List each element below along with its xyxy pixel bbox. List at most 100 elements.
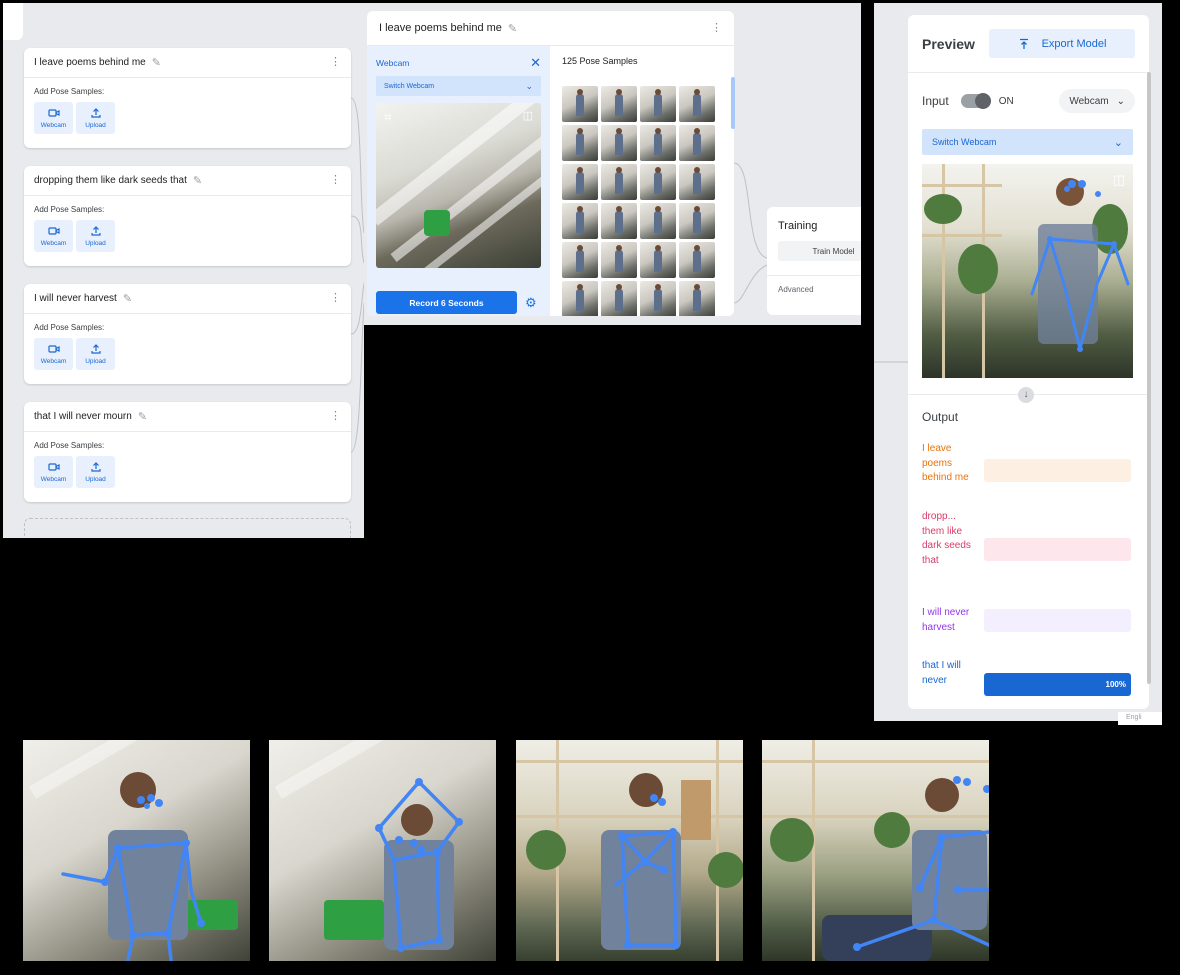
webcam-button[interactable]: Webcam [34, 102, 73, 134]
add-samples-label: Add Pose Samples: [34, 205, 105, 214]
webcam-button-label: Webcam [40, 358, 67, 365]
webcam-button[interactable]: Webcam [34, 338, 73, 370]
training-card: Training Train Model Advanced [767, 207, 861, 315]
confidence-bar [984, 609, 1131, 632]
sample-thumbnail[interactable] [679, 242, 715, 278]
input-source-label: Webcam [1069, 95, 1109, 107]
class-name[interactable]: I will never harvest [34, 293, 117, 304]
webcam-capture-pane: Webcam ✕ Switch Webcam ⌄ ⌗ ◫ Record 6 Se… [367, 46, 550, 316]
more-options-icon[interactable]: ⋮ [330, 175, 341, 186]
export-model-label: Export Model [1041, 37, 1107, 50]
pose-photo-4 [762, 740, 989, 961]
edit-pencil-icon[interactable]: ✎ [123, 292, 132, 305]
samples-count: 125 Pose Samples [562, 56, 638, 66]
gear-icon[interactable]: ⚙ [525, 295, 537, 311]
sample-thumbnail[interactable] [679, 86, 715, 122]
sample-thumbnail[interactable] [562, 86, 598, 122]
more-options-icon[interactable]: ⋮ [711, 22, 722, 34]
sample-thumbnail[interactable] [640, 164, 676, 200]
output-class-label: I will never harvest [922, 607, 970, 633]
upload-button[interactable]: Upload [76, 220, 115, 252]
switch-webcam-select[interactable]: Switch Webcam ⌄ [922, 129, 1133, 155]
sample-thumbnail[interactable] [679, 164, 715, 200]
sample-thumbnail[interactable] [679, 281, 715, 316]
sample-thumbnail[interactable] [562, 164, 598, 200]
record-button[interactable]: Record 6 Seconds [376, 291, 517, 314]
sample-thumbnail[interactable] [601, 125, 637, 161]
menu-stub[interactable] [3, 3, 23, 40]
upload-button[interactable]: Upload [76, 102, 115, 134]
class-card-header: I leave poems behind me ✎ ⋮ [24, 48, 351, 78]
sample-thumbnail[interactable] [601, 281, 637, 316]
sample-thumbnail[interactable] [640, 86, 676, 122]
output-row: I will never harvest [922, 606, 1135, 635]
edit-pencil-icon[interactable]: ✎ [193, 174, 202, 187]
upload-button[interactable]: Upload [76, 338, 115, 370]
more-options-icon[interactable]: ⋮ [330, 57, 341, 68]
class-name[interactable]: I leave poems behind me [34, 57, 146, 68]
close-icon[interactable]: ✕ [530, 56, 541, 69]
chevron-down-icon: ⌄ [525, 80, 533, 91]
input-toggle[interactable] [960, 93, 991, 109]
upload-button[interactable]: Upload [76, 456, 115, 488]
output-title: Output [922, 410, 959, 424]
language-selector[interactable]: Engli [1118, 712, 1162, 725]
edit-pencil-icon[interactable]: ✎ [152, 56, 161, 69]
webcam-button[interactable]: Webcam [34, 456, 73, 488]
confidence-bar [984, 538, 1131, 561]
webcam-button[interactable]: Webcam [34, 220, 73, 252]
webcam-feed: ⌗ ◫ [376, 103, 541, 268]
sample-thumbnail[interactable] [640, 242, 676, 278]
export-model-button[interactable]: Export Model [989, 29, 1135, 58]
video-camera-icon [47, 109, 60, 117]
sample-thumbnail[interactable] [601, 86, 637, 122]
more-options-icon[interactable]: ⋮ [330, 411, 341, 422]
class-list-canvas: I leave poems behind me ✎ ⋮ Add Pose Sam… [3, 3, 364, 538]
sample-thumbnail[interactable] [562, 242, 598, 278]
video-camera-icon [47, 463, 60, 471]
pose-skeleton-overlay [1030, 178, 1130, 352]
add-samples-label: Add Pose Samples: [34, 87, 105, 96]
preview-card: Preview Export Model Input ON Webcam ⌄ S… [908, 15, 1149, 709]
sample-thumbnail[interactable] [640, 125, 676, 161]
sample-thumbnail[interactable] [640, 281, 676, 316]
output-row: I leave poems behind me [922, 442, 1135, 486]
record-button-label: Record 6 Seconds [409, 297, 484, 308]
pose-photo-3 [516, 740, 743, 961]
arrow-down-icon: ↓ [1018, 387, 1034, 403]
sample-thumbnail[interactable] [601, 203, 637, 239]
sample-thumbnail[interactable] [679, 203, 715, 239]
crop-icon[interactable]: ⌗ [384, 109, 391, 125]
preview-scrollbar[interactable] [1147, 72, 1151, 684]
samples-scrollbar[interactable] [731, 77, 735, 129]
sample-thumbnail[interactable] [640, 203, 676, 239]
add-class-button[interactable] [24, 518, 351, 538]
sample-thumbnail[interactable] [562, 281, 598, 316]
capture-class-name[interactable]: I leave poems behind me [379, 22, 502, 34]
sample-thumbnail[interactable] [562, 125, 598, 161]
switch-webcam-select[interactable]: Switch Webcam ⌄ [376, 76, 541, 96]
train-model-button[interactable]: Train Model [778, 241, 861, 261]
edit-pencil-icon[interactable]: ✎ [138, 410, 147, 423]
edit-pencil-icon[interactable]: ✎ [508, 22, 517, 35]
sample-thumbnail[interactable] [562, 203, 598, 239]
more-options-icon[interactable]: ⋮ [330, 293, 341, 304]
advanced-toggle[interactable]: Advanced [767, 275, 861, 294]
preview-title: Preview [922, 35, 975, 52]
class-name[interactable]: that I will never mourn [34, 411, 132, 422]
sample-thumbnail[interactable] [601, 164, 637, 200]
mirror-icon[interactable]: ◫ [1113, 172, 1125, 188]
chevron-down-icon: ⌄ [1113, 136, 1123, 149]
sample-thumbnail-grid [562, 86, 715, 316]
train-model-label: Train Model [812, 246, 855, 256]
pose-samples-pane: 125 Pose Samples [550, 46, 734, 316]
mirror-icon[interactable]: ◫ [523, 109, 533, 122]
sample-thumbnail[interactable] [679, 125, 715, 161]
video-camera-icon [47, 345, 60, 353]
training-title: Training [778, 220, 818, 232]
sample-thumbnail[interactable] [601, 242, 637, 278]
class-card-header: that I will never mourn ✎ ⋮ [24, 402, 351, 432]
class-name[interactable]: dropping them like dark seeds that [34, 175, 187, 186]
pose-photo-2 [269, 740, 496, 961]
input-source-dropdown[interactable]: Webcam ⌄ [1059, 89, 1135, 113]
